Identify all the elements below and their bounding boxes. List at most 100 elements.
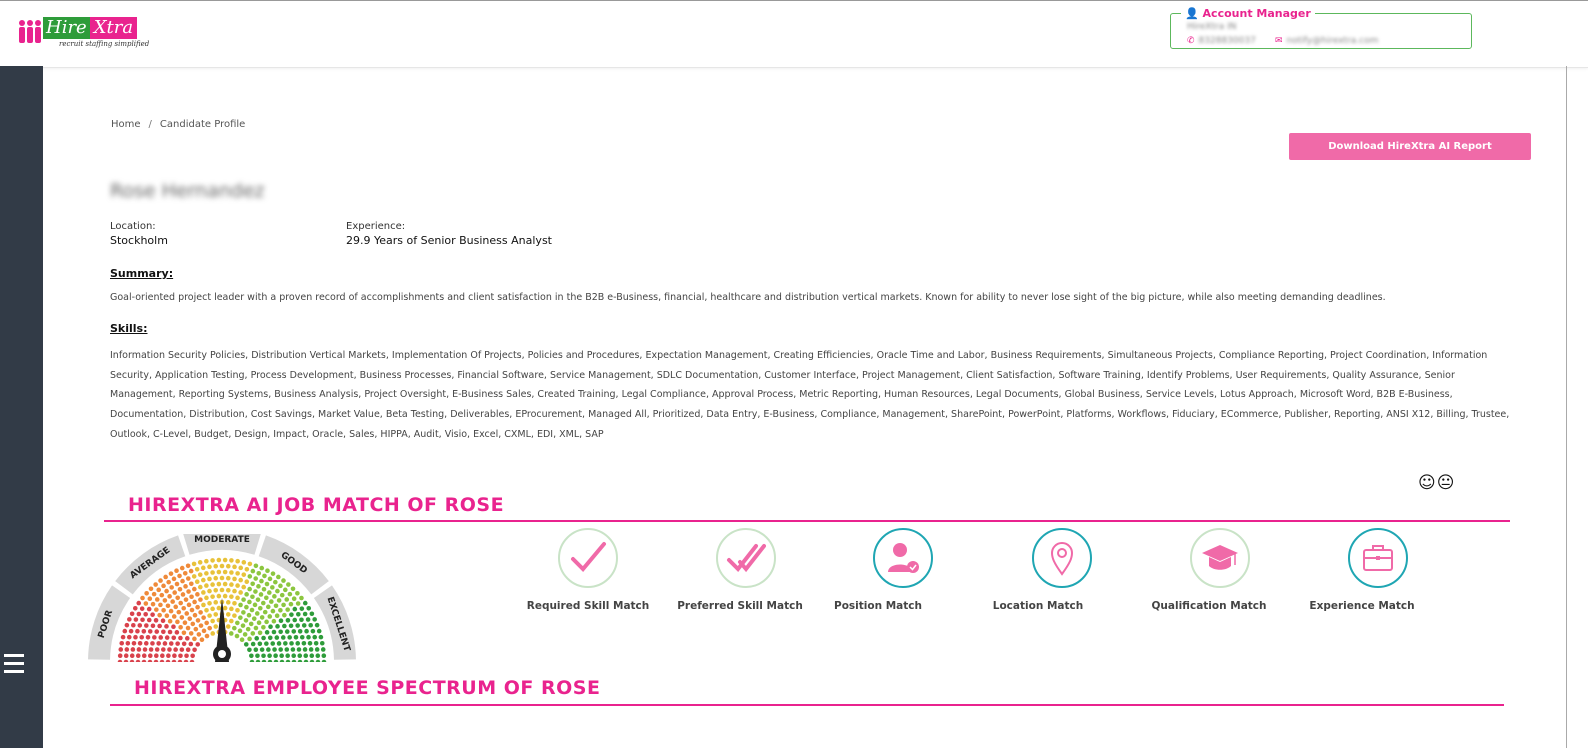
gauge-dot — [247, 574, 253, 579]
gauge-dot — [243, 618, 249, 623]
gauge-dot — [166, 579, 171, 585]
gauge-dot — [174, 568, 179, 573]
gauge-dot — [136, 611, 142, 617]
gauge-dot — [148, 647, 154, 652]
gauge-dot — [304, 628, 309, 634]
gauge-dot — [140, 595, 145, 601]
hamburger-menu-icon[interactable] — [4, 654, 24, 678]
gauge-dot — [169, 585, 174, 590]
gauge-dot — [295, 641, 301, 646]
gauge-dot — [164, 613, 170, 619]
account-manager-phone[interactable]: ✆ 8328830037 — [1187, 36, 1256, 46]
phone-icon: ✆ — [1187, 36, 1195, 46]
gauge-dot — [204, 607, 209, 613]
gauge-dot — [271, 618, 277, 624]
gauge-dot — [284, 597, 290, 602]
hirextra-logo[interactable]: Hire Xtra recruit staffing simplified — [17, 15, 149, 53]
breadcrumb: Home / Candidate Profile — [111, 119, 245, 130]
gauge-dot — [297, 653, 303, 659]
gauge-dot — [188, 568, 194, 574]
gauge-dot — [261, 586, 267, 592]
gauge-dot — [276, 598, 282, 603]
gauge-dot — [291, 653, 297, 659]
gauge-dot — [124, 622, 130, 628]
gauge-dot — [313, 640, 319, 646]
spectrum-divider — [110, 704, 1504, 706]
gauge-dot — [151, 591, 157, 597]
job-match-title: HIREXTRA AI JOB MATCH OF ROSE — [128, 494, 505, 516]
gauge-dot — [207, 588, 212, 594]
gauge-dot — [179, 615, 185, 620]
gauge-dot — [137, 641, 143, 646]
gauge-dot — [216, 605, 222, 611]
gauge-dot — [188, 631, 194, 636]
gauge-dot — [293, 634, 299, 640]
gauge-dot — [161, 583, 166, 589]
gauge-dot — [180, 578, 185, 584]
gauge-dot — [213, 600, 219, 605]
gauge-dot — [158, 578, 163, 583]
gauge-dot — [254, 611, 260, 616]
gauge-dot — [156, 641, 161, 646]
metric-label: Required Skill Match — [526, 600, 650, 612]
gauge-dot — [247, 599, 252, 605]
location-value: Stockholm — [110, 234, 168, 247]
logo-tagline: recruit staffing simplified — [59, 40, 150, 48]
gauge-dot — [162, 598, 168, 603]
gauge-dot — [181, 605, 187, 611]
gauge-dot — [225, 612, 231, 617]
gauge-dot — [185, 563, 191, 569]
gauge-dot — [239, 637, 245, 643]
gauge-dot — [241, 572, 247, 577]
check-icon — [558, 528, 618, 588]
gauge-dot — [216, 569, 222, 575]
gauge-dot — [210, 594, 215, 599]
gauge-dot — [186, 589, 191, 594]
gauge-dot — [145, 634, 151, 640]
gauge-dot — [184, 653, 189, 659]
gauge-dot — [309, 659, 315, 662]
gauge-dot — [232, 564, 237, 570]
gauge-dot — [229, 594, 234, 599]
gauge-dot — [188, 641, 194, 647]
gauge-dot — [197, 572, 203, 577]
gauge-dot — [222, 569, 228, 575]
gauge-dot — [135, 659, 141, 662]
gauge-dot — [168, 641, 174, 646]
gauge-dot — [307, 640, 313, 646]
gauge-dot — [153, 618, 159, 623]
email-value: notify@hirextra.com — [1286, 36, 1379, 46]
gauge-dot — [315, 653, 321, 659]
gauge-dot — [185, 647, 191, 652]
gauge-dot — [247, 561, 253, 567]
gauge-dot — [207, 601, 212, 606]
gauge-dot — [256, 584, 261, 589]
gauge-dot — [261, 653, 266, 659]
gauge-dot — [182, 620, 188, 626]
gauge-dot — [165, 603, 171, 609]
gauge-dot — [320, 647, 326, 652]
gauge-dot — [297, 629, 303, 634]
gauge-dot — [266, 647, 271, 652]
gauge-dot — [282, 623, 287, 629]
gauge-dot — [192, 612, 198, 618]
account-manager-email[interactable]: ✉ notify@hirextra.com — [1275, 36, 1378, 46]
gauge-dot — [163, 574, 168, 580]
gauge-dot — [256, 571, 262, 576]
skills-text: Information Security Policies, Distribut… — [110, 350, 1510, 440]
gauge-dot — [178, 635, 183, 641]
gauge-dot — [146, 606, 152, 612]
gauge-dot — [154, 597, 160, 602]
gauge-dot — [229, 582, 234, 587]
gauge-dot — [153, 653, 159, 659]
gauge-dot — [284, 647, 290, 652]
gauge-dot — [240, 623, 246, 628]
download-report-button[interactable]: Download HireXtra AI Report — [1289, 133, 1531, 160]
logo-hire: Hire — [43, 17, 90, 39]
gauge-dot — [150, 612, 155, 617]
gauge-dot — [305, 617, 311, 622]
feedback-emoticons[interactable]: ☺😐 — [1418, 473, 1455, 493]
gauge-dot — [219, 575, 225, 581]
gauge-dot — [141, 659, 147, 662]
breadcrumb-home[interactable]: Home — [111, 119, 141, 130]
